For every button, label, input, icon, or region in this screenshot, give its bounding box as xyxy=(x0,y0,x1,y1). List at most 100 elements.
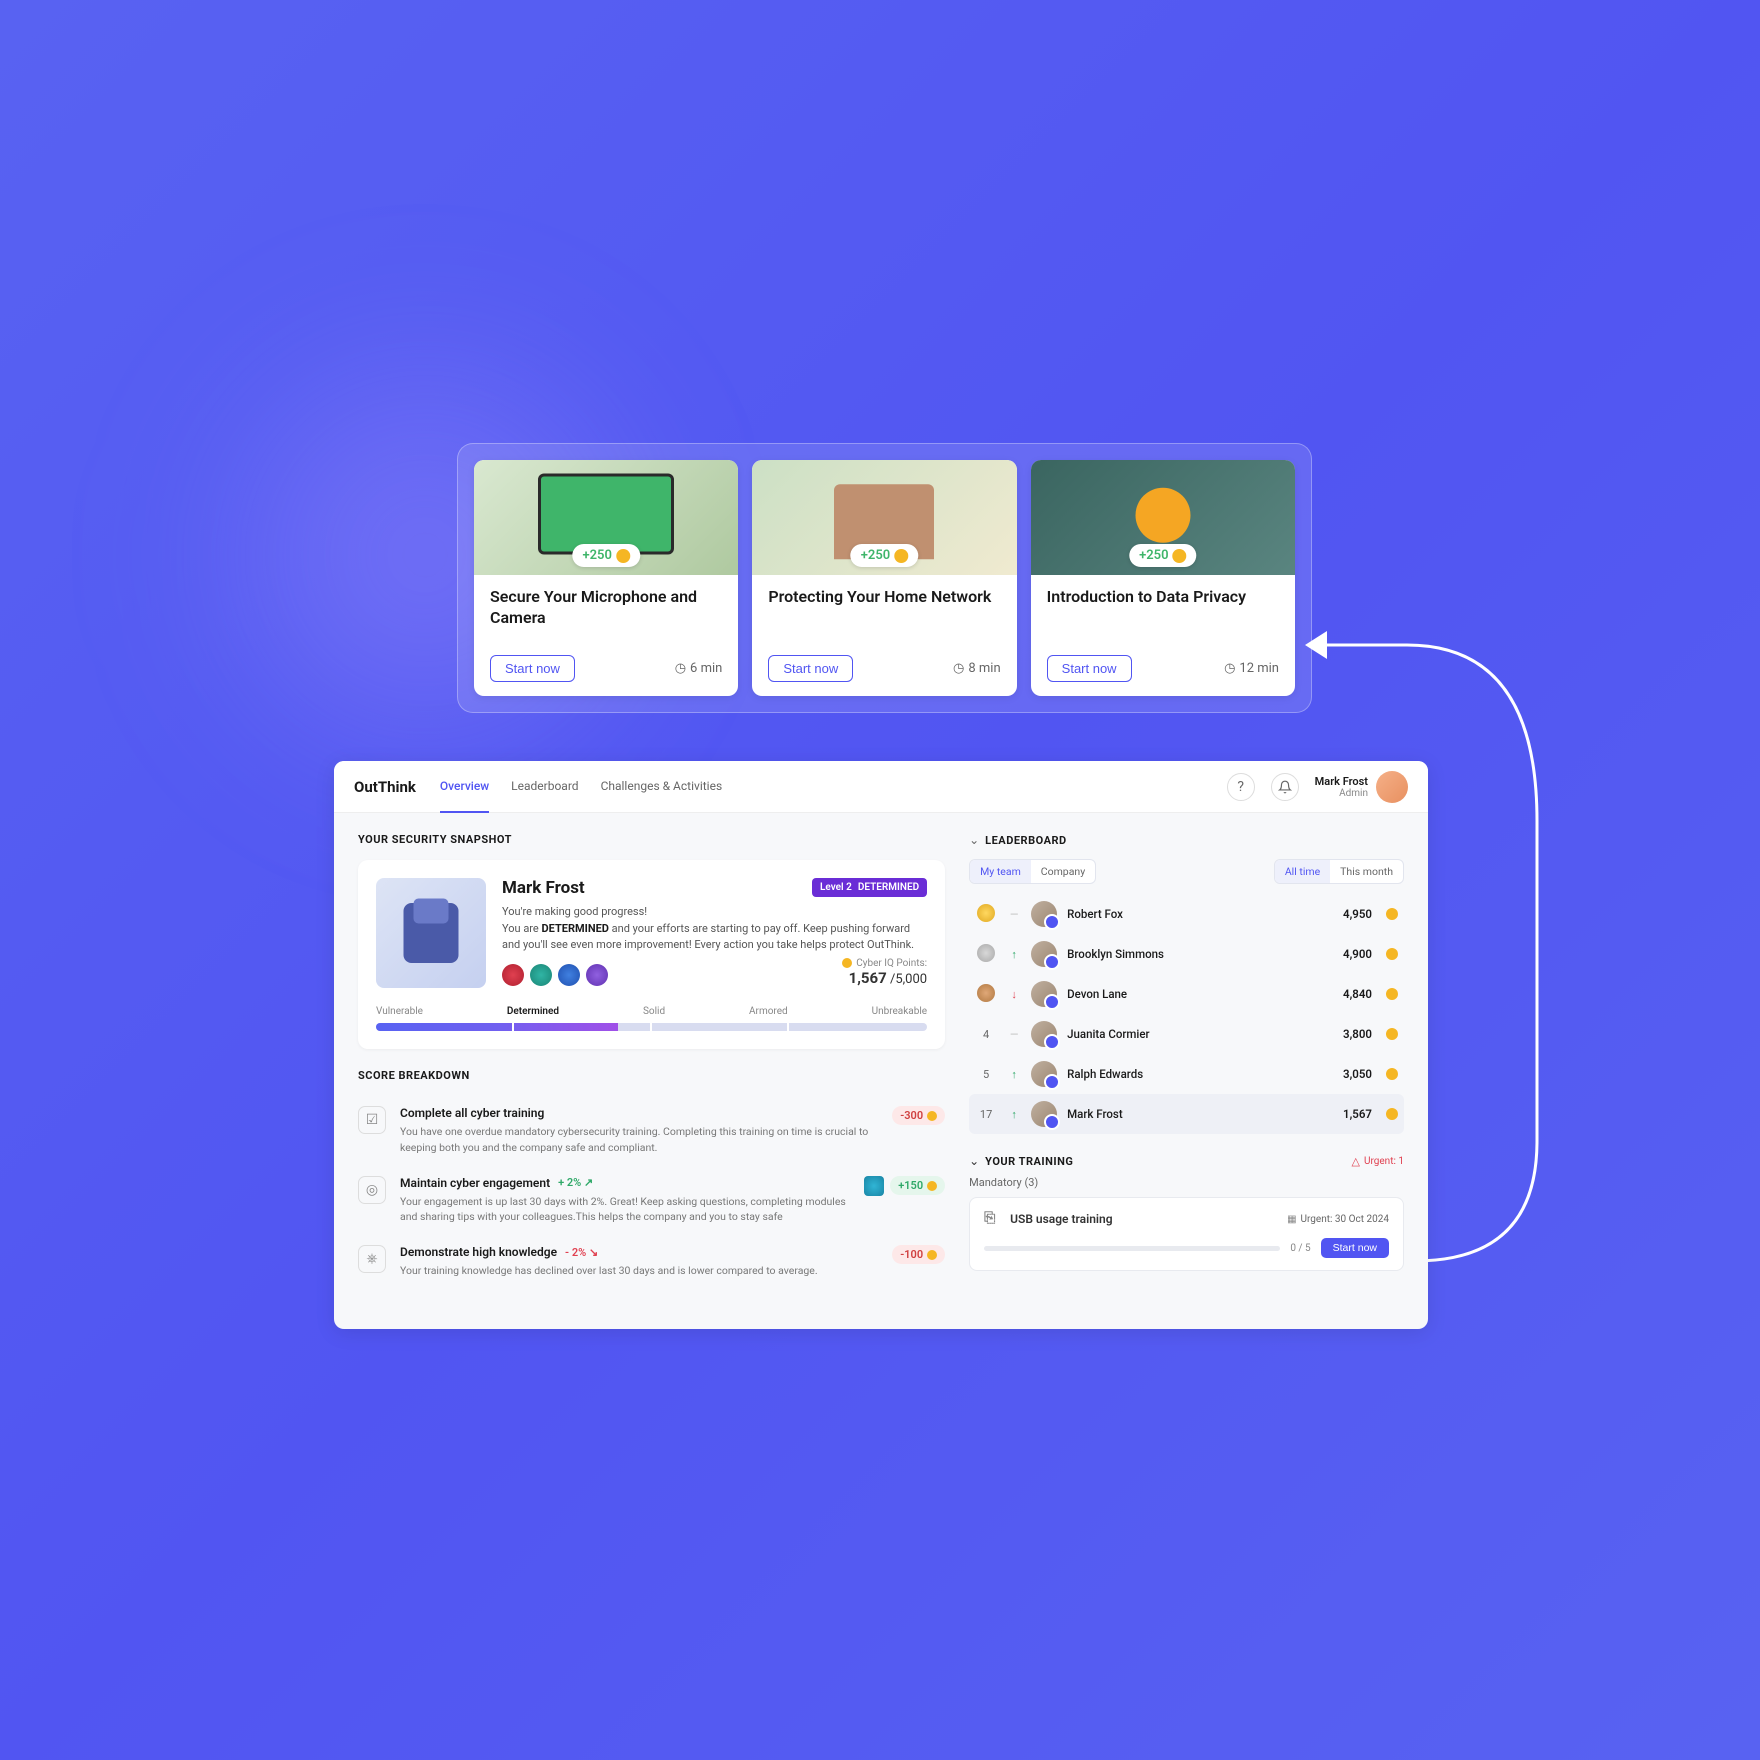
breakdown-section-title: SCORE BREAKDOWN xyxy=(358,1069,945,1082)
progress-bar xyxy=(376,1023,927,1031)
dashboard-window: OutThink Overview Leaderboard Challenges… xyxy=(334,761,1428,1329)
card-image: +250 xyxy=(752,460,1016,575)
avatar-icon xyxy=(1031,981,1057,1007)
trend-icon: — xyxy=(1007,908,1021,921)
coin-icon xyxy=(1386,948,1398,960)
leaderboard-score: 4,900 xyxy=(1343,947,1372,961)
medal-icon xyxy=(977,984,995,1002)
training-item-title: ⎘ USB usage training xyxy=(984,1210,1112,1228)
avatar-robot-icon xyxy=(376,878,486,988)
training-cards-panel: +250 Secure Your Microphone and Camera S… xyxy=(457,443,1312,713)
duration-label: 8 min xyxy=(953,661,1001,676)
coin-icon xyxy=(1386,1028,1398,1040)
start-now-button[interactable]: Start now xyxy=(768,655,853,682)
rank-number: 17 xyxy=(975,1108,997,1121)
scope-filter: My team Company xyxy=(969,859,1096,884)
training-header[interactable]: ⌄ YOUR TRAINING xyxy=(969,1154,1073,1168)
filter-company[interactable]: Company xyxy=(1031,860,1095,883)
card-title: Introduction to Data Privacy xyxy=(1047,587,1279,608)
tab-leaderboard[interactable]: Leaderboard xyxy=(511,761,578,813)
leaderboard-name: Robert Fox xyxy=(1067,907,1333,921)
training-progress-bar xyxy=(984,1246,1280,1251)
leaderboard-score: 3,800 xyxy=(1343,1027,1372,1041)
tab-overview[interactable]: Overview xyxy=(440,761,489,813)
leaderboard-row[interactable]: ↓ Devon Lane 4,840 xyxy=(969,974,1404,1014)
filter-this-month[interactable]: This month xyxy=(1330,860,1403,883)
bell-icon[interactable] xyxy=(1271,773,1299,801)
rank-number: 4 xyxy=(975,1028,997,1041)
coin-icon xyxy=(1386,1108,1398,1120)
help-icon[interactable]: ? xyxy=(1227,773,1255,801)
avatar-icon xyxy=(1031,901,1057,927)
start-now-button[interactable]: Start now xyxy=(490,655,575,682)
training-due-date: Urgent: 30 Oct 2024 xyxy=(1287,1214,1389,1225)
usb-icon: ⎘ xyxy=(984,1210,1002,1228)
card-image: +250 xyxy=(1031,460,1295,575)
progress-stage-labels: Vulnerable Determined Solid Armored Unbr… xyxy=(376,1006,927,1017)
breakdown-desc: Your engagement is up last 30 days with … xyxy=(400,1194,850,1226)
time-filter: All time This month xyxy=(1274,859,1404,884)
snapshot-desc: You're making good progress! You are DET… xyxy=(502,904,927,954)
coin-icon xyxy=(1386,908,1398,920)
breakdown-item: ⎈ Demonstrate high knowledge - 2% ↘ Your… xyxy=(358,1235,945,1289)
trend-icon: — xyxy=(1007,1028,1021,1041)
training-card-2[interactable]: +250 Introduction to Data Privacy Start … xyxy=(1031,460,1295,696)
duration-label: 12 min xyxy=(1224,661,1279,676)
breakdown-desc: Your training knowledge has declined ove… xyxy=(400,1263,878,1279)
training-card-0[interactable]: +250 Secure Your Microphone and Camera S… xyxy=(474,460,738,696)
breakdown-icon: ⎈ xyxy=(358,1245,386,1273)
breakdown-icon: ☑ xyxy=(358,1106,386,1134)
rank-number: 5 xyxy=(975,1068,997,1081)
badge-icon xyxy=(558,964,580,986)
leaderboard-name: Ralph Edwards xyxy=(1067,1067,1333,1081)
snapshot-section-title: YOUR SECURITY SNAPSHOT xyxy=(358,833,945,846)
breakdown-desc: You have one overdue mandatory cybersecu… xyxy=(400,1124,878,1156)
breakdown-title: Demonstrate high knowledge xyxy=(400,1245,557,1259)
avatar-icon xyxy=(1031,1101,1057,1127)
leaderboard-row[interactable]: — Robert Fox 4,950 xyxy=(969,894,1404,934)
card-title: Protecting Your Home Network xyxy=(768,587,1000,608)
breakdown-item: ☑ Complete all cyber training You have o… xyxy=(358,1096,945,1166)
level-badge: Level 2DETERMINED xyxy=(812,878,927,897)
avatar-icon xyxy=(1031,941,1057,967)
score-pill: -300 xyxy=(892,1106,945,1125)
delta-label: - 2% ↘ xyxy=(565,1246,598,1259)
user-role: Admin xyxy=(1315,788,1368,799)
training-card-1[interactable]: +250 Protecting Your Home Network Start … xyxy=(752,460,1016,696)
chevron-down-icon: ⌄ xyxy=(969,1154,979,1168)
medal-icon xyxy=(977,904,995,922)
leaderboard-row[interactable]: 5 ↑ Ralph Edwards 3,050 xyxy=(969,1054,1404,1094)
score-pill: +150 xyxy=(890,1176,945,1195)
avatar-icon xyxy=(1031,1021,1057,1047)
trend-icon: ↑ xyxy=(1007,948,1021,961)
coin-icon xyxy=(1386,1068,1398,1080)
shield-icon xyxy=(864,1176,884,1196)
avatar-icon xyxy=(1376,771,1408,803)
filter-all-time[interactable]: All time xyxy=(1275,860,1330,883)
card-title: Secure Your Microphone and Camera xyxy=(490,587,722,629)
nav-tabs: Overview Leaderboard Challenges & Activi… xyxy=(440,761,722,813)
score-pill: -100 xyxy=(892,1245,945,1264)
points-badge: +250 xyxy=(1129,544,1196,567)
trend-icon: ↓ xyxy=(1007,988,1021,1001)
card-image: +250 xyxy=(474,460,738,575)
medal-icon xyxy=(977,944,995,962)
leaderboard-row[interactable]: 17 ↑ Mark Frost 1,567 xyxy=(969,1094,1404,1134)
leaderboard-row[interactable]: ↑ Brooklyn Simmons 4,900 xyxy=(969,934,1404,974)
user-name: Mark Frost xyxy=(1315,775,1368,788)
delta-label: + 2% ↗ xyxy=(558,1176,593,1189)
tab-challenges[interactable]: Challenges & Activities xyxy=(601,761,723,813)
leaderboard-name: Mark Frost xyxy=(1067,1107,1333,1121)
leaderboard-header[interactable]: ⌄ LEADERBOARD xyxy=(969,833,1404,847)
start-now-button[interactable]: Start now xyxy=(1321,1238,1389,1258)
points-badge: +250 xyxy=(851,544,918,567)
leaderboard-row[interactable]: 4 — Juanita Cormier 3,800 xyxy=(969,1014,1404,1054)
filter-my-team[interactable]: My team xyxy=(970,860,1031,883)
user-menu[interactable]: Mark Frost Admin xyxy=(1315,771,1408,803)
urgent-badge: Urgent: 1 xyxy=(1352,1155,1404,1168)
leaderboard-score: 4,950 xyxy=(1343,907,1372,921)
snapshot-card: Mark Frost Level 2DETERMINED You're maki… xyxy=(358,860,945,1049)
leaderboard-score: 1,567 xyxy=(1343,1107,1372,1121)
leaderboard-name: Brooklyn Simmons xyxy=(1067,947,1333,961)
start-now-button[interactable]: Start now xyxy=(1047,655,1132,682)
